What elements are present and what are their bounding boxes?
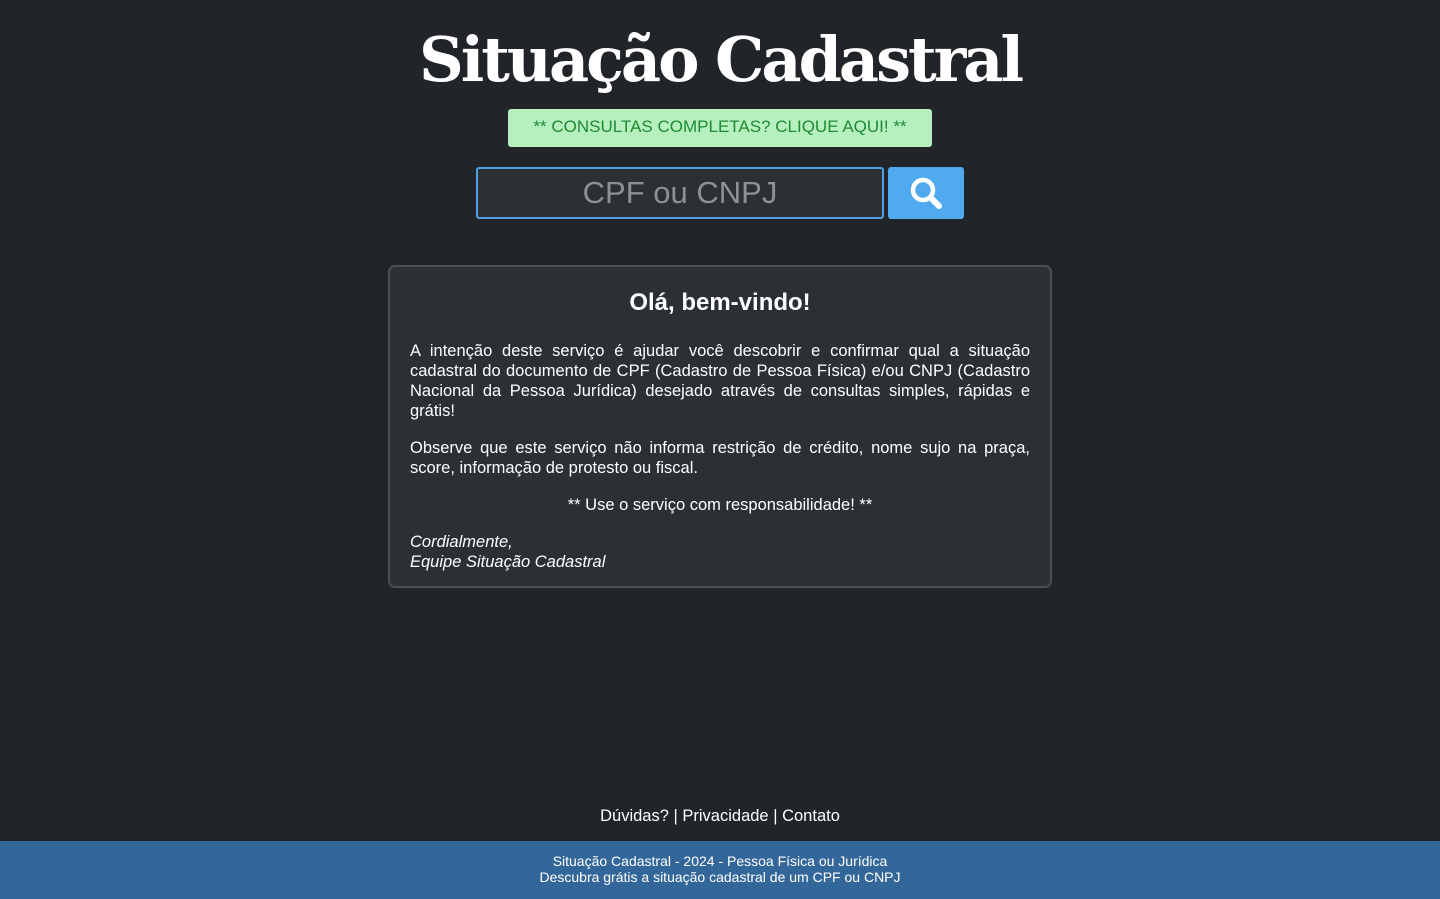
page: Situação Cadastral ** CONSULTAS COMPLETA… [0, 0, 1440, 899]
signoff-greeting: Cordialmente, [410, 533, 513, 551]
full-consultations-link[interactable]: ** CONSULTAS COMPLETAS? CLIQUE AQUI! ** [508, 109, 932, 147]
privacy-link[interactable]: Privacidade [682, 807, 768, 825]
footer-links: Dúvidas? | Privacidade | Contato [0, 805, 1440, 827]
search-button[interactable] [888, 167, 964, 219]
service-description: A intenção deste serviço é ajudar você d… [410, 342, 1030, 420]
footer-copyright: Situação Cadastral - 2024 - Pessoa Físic… [552, 853, 888, 869]
link-separator: | [773, 807, 778, 825]
service-disclaimer: Observe que este serviço não informa res… [410, 439, 1030, 477]
search-icon [910, 177, 942, 209]
contact-link[interactable]: Contato [782, 807, 840, 825]
page-title: Situação Cadastral [418, 23, 1024, 96]
signoff: Cordialmente, Equipe Situação Cadastral [410, 532, 1030, 572]
document-search-input[interactable] [476, 167, 884, 219]
footer-bar: Situação Cadastral - 2024 - Pessoa Físic… [0, 841, 1440, 899]
search-bar [476, 167, 964, 219]
footer-tagline: Descubra grátis a situação cadastral de … [539, 869, 901, 885]
signoff-team: Equipe Situação Cadastral [410, 553, 606, 571]
responsibility-notice: ** Use o serviço com responsabilidade! *… [567, 496, 873, 514]
welcome-title: Olá, bem-vindo! [629, 289, 811, 316]
welcome-card: Olá, bem-vindo! A intenção deste serviço… [388, 265, 1052, 588]
link-separator: | [673, 807, 678, 825]
faq-link[interactable]: Dúvidas? [600, 807, 669, 825]
